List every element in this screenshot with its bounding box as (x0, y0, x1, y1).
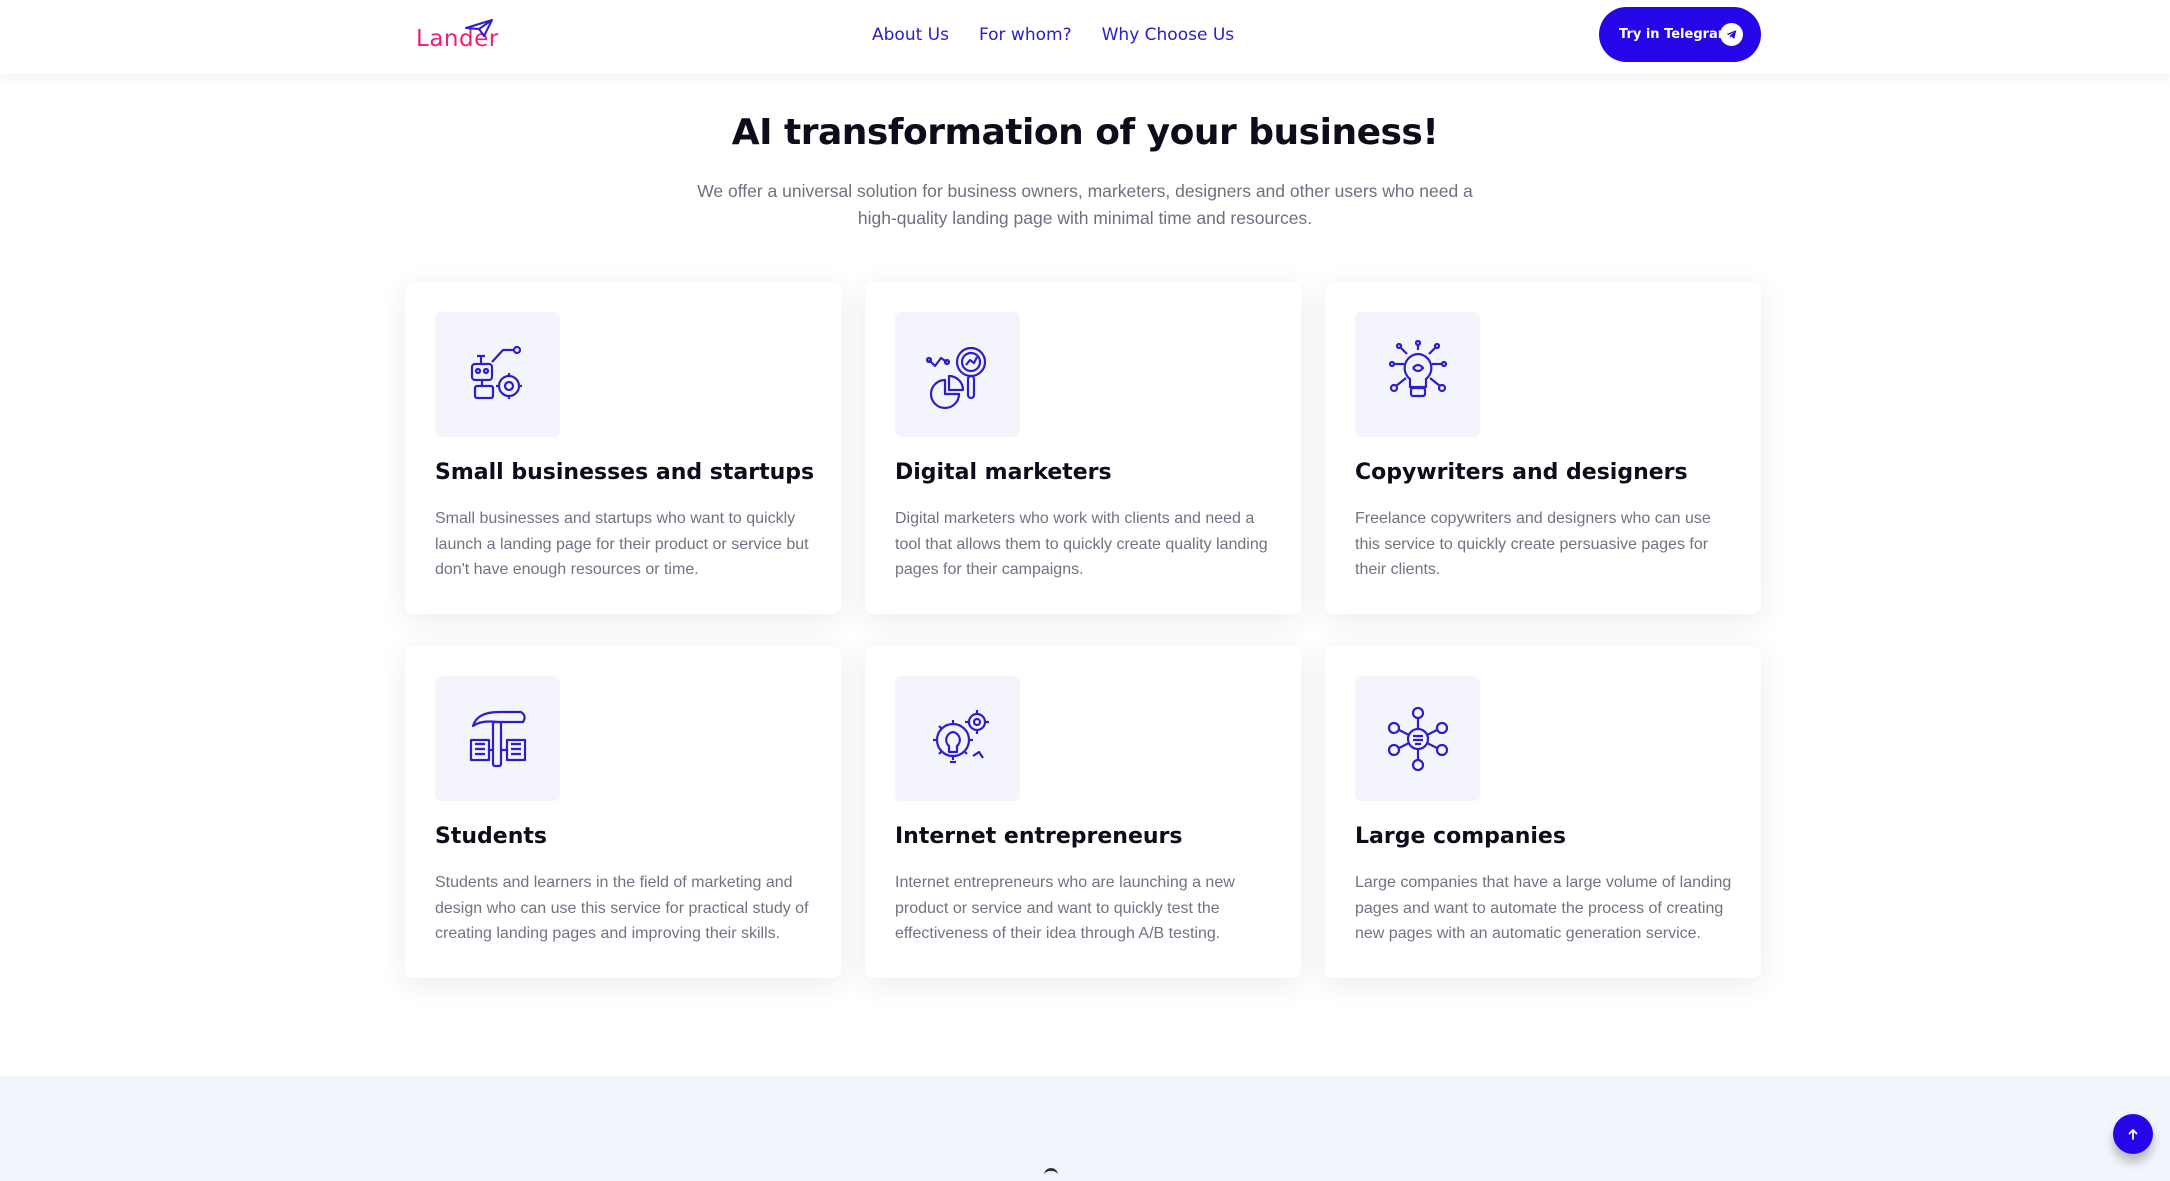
card-description: Internet entrepreneurs who are launching… (895, 874, 1235, 942)
site-header: Lander About Us For whom? Why Choose Us … (0, 0, 2170, 74)
next-section-band (0, 1076, 2170, 1181)
card-title: Copywriters and designers (1355, 460, 1688, 485)
logo[interactable]: Lander (416, 16, 498, 52)
card-small-businesses: Small businesses and startups Small busi… (405, 282, 841, 614)
nav-about-us[interactable]: About Us (872, 24, 949, 46)
arrow-up-icon (2128, 1129, 2138, 1140)
card-description: Large companies that have a large volume… (1355, 874, 1732, 942)
card-description: Freelance copywriters and designers who … (1355, 510, 1711, 578)
try-telegram-label: Try in Telegram (1619, 27, 1732, 42)
main-nav: About Us For whom? Why Choose Us (872, 24, 1234, 46)
page-subtitle: We offer a universal solution for busine… (697, 181, 1473, 228)
nav-for-whom[interactable]: For whom? (979, 24, 1072, 46)
robot-gear-icon (470, 345, 522, 399)
card-title: Large companies (1355, 824, 1566, 849)
nav-why-choose-us[interactable]: Why Choose Us (1102, 24, 1235, 46)
try-telegram-button[interactable]: Try in Telegram (1599, 7, 1761, 62)
card-students: Students Students and learners in the fi… (405, 646, 841, 978)
card-icon-box (895, 676, 1020, 801)
card-digital-marketers: Digital marketers Digital marketers who … (865, 282, 1301, 614)
analytics-magnifier-icon (925, 346, 986, 409)
telegram-icon (1720, 23, 1743, 46)
scroll-to-top-button[interactable] (2113, 1114, 2153, 1154)
card-title: Small businesses and startups (435, 460, 815, 485)
section-heading-partial (1044, 1168, 1058, 1181)
page-title: AI transformation of your business! (731, 112, 1439, 153)
card-copywriters-designers: Copywriters and designers Freelance copy… (1325, 282, 1761, 614)
card-description: Small businesses and startups who want t… (435, 510, 809, 578)
card-icon-box (435, 312, 560, 437)
card-title: Students (435, 824, 547, 849)
card-internet-entrepreneurs: Internet entrepreneurs Internet entrepre… (865, 646, 1301, 978)
audience-grid: Small businesses and startups Small busi… (405, 282, 1761, 978)
bulb-gears-icon (932, 709, 989, 763)
card-title: Digital marketers (895, 460, 1112, 485)
card-description: Digital marketers who work with clients … (895, 510, 1268, 578)
card-icon-box (1355, 312, 1480, 437)
card-icon-box (895, 312, 1020, 437)
idea-bulb-icon (1388, 339, 1447, 397)
network-hub-icon (1387, 706, 1448, 771)
paper-plane-icon (465, 19, 493, 37)
card-title: Internet entrepreneurs (895, 824, 1183, 849)
card-large-companies: Large companies Large companies that hav… (1325, 646, 1761, 978)
card-description: Students and learners in the field of ma… (435, 874, 809, 942)
card-icon-box (435, 676, 560, 801)
hammer-icon (469, 710, 526, 767)
card-icon-box (1355, 676, 1480, 801)
